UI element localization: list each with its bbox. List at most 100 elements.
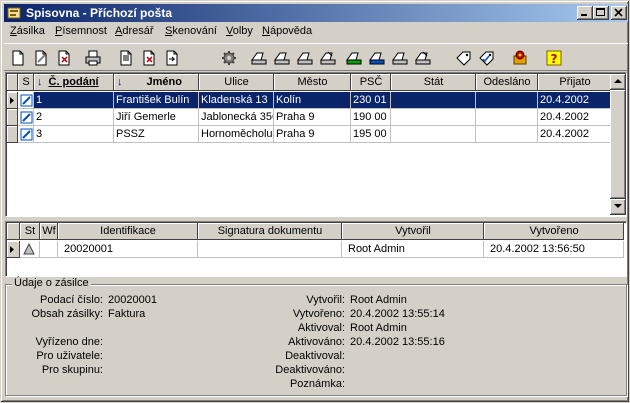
toolbar-button-scan-green[interactable] — [343, 47, 365, 69]
table-cell[interactable] — [198, 241, 342, 258]
menu-item-text: ásilka — [16, 25, 45, 37]
table-cell[interactable]: PSSZ — [114, 126, 199, 143]
table-cell[interactable]: Kladenská 13 — [199, 92, 274, 109]
toolbar-button-edit-doc[interactable] — [30, 47, 52, 69]
toolbar-button-tag-check[interactable] — [476, 47, 498, 69]
toolbar-button-scan-page[interactable] — [294, 47, 316, 69]
column-header-6[interactable]: Stát — [391, 74, 476, 91]
vertical-scrollbar[interactable] — [610, 74, 626, 215]
app-icon — [7, 7, 21, 19]
minimize-button[interactable] — [577, 6, 593, 20]
scroll-thumb[interactable] — [610, 90, 626, 199]
table-cell[interactable]: 195 00 — [351, 126, 391, 143]
table-cell[interactable]: Kolín — [274, 92, 351, 109]
scroll-up-button[interactable] — [610, 74, 626, 90]
column-header-4[interactable]: Vytvořil — [342, 223, 484, 240]
table-cell[interactable]: Jablonecká 356 — [199, 109, 274, 126]
table-cell[interactable] — [40, 241, 58, 258]
row-indicator — [7, 92, 18, 109]
column-header-label: PSČ — [359, 76, 383, 88]
toolbar-button-copy-doc[interactable] — [115, 47, 137, 69]
document-list-table[interactable]: St Wf Identifikace Signatura dokumentu Vytvo… — [5, 221, 627, 277]
toolbar-button-scan[interactable] — [248, 47, 270, 69]
close-icon — [614, 8, 623, 17]
scan-print-icon — [392, 52, 408, 65]
table-cell[interactable]: Jiří Gemerle — [114, 109, 199, 126]
column-header-3[interactable]: Signatura dokumentu — [198, 223, 342, 240]
menu-item-5[interactable]: Nápověda — [262, 25, 312, 37]
column-header-2[interactable]: ↓ Jméno — [114, 74, 199, 91]
toolbar-button-scan-blue[interactable] — [366, 47, 388, 69]
toolbar-button-delete-doc[interactable] — [53, 47, 75, 69]
toolbar: ? — [4, 43, 628, 71]
table-cell[interactable]: Hornoměcholupská — [199, 126, 274, 143]
table-cell[interactable]: 20.4.2002 — [538, 92, 612, 109]
menu-item-1[interactable]: Písemnost — [55, 25, 107, 37]
scroll-down-button[interactable] — [610, 199, 626, 215]
detail-label: Podací číslo: — [40, 294, 103, 306]
table-cell[interactable]: 2 — [34, 109, 114, 126]
table-cell[interactable] — [476, 126, 538, 143]
column-header-1[interactable]: ↓ Č. podání — [34, 74, 114, 91]
menu-item-2[interactable]: Adresář — [115, 25, 154, 37]
table-cell[interactable] — [18, 126, 34, 143]
column-header-0[interactable]: S — [18, 74, 34, 91]
table-cell[interactable] — [476, 109, 538, 126]
column-header-0[interactable]: St — [20, 223, 40, 240]
column-header-7[interactable]: Odesláno — [476, 74, 538, 91]
menu-item-3[interactable]: Skenování — [165, 25, 217, 37]
toolbar-button-print[interactable] — [82, 47, 104, 69]
table-cell[interactable]: 190 00 — [351, 109, 391, 126]
toolbar-button-gear[interactable] — [218, 47, 240, 69]
toolbar-button-remove-doc[interactable] — [138, 47, 160, 69]
toolbar-button-tag[interactable] — [453, 47, 475, 69]
table-cell[interactable] — [391, 92, 476, 109]
column-header-2[interactable]: Identifikace — [58, 223, 198, 240]
menu-item-0[interactable]: Zásilka — [10, 25, 45, 37]
table-cell[interactable] — [18, 92, 34, 109]
menu-item-text: dresář — [122, 25, 154, 37]
detail-label: Vytvořeno: — [292, 308, 345, 320]
detail-label: Aktivováno: — [288, 336, 345, 348]
toolbar-button-seal[interactable] — [509, 47, 531, 69]
column-header-3[interactable]: Ulice — [199, 74, 274, 91]
close-button[interactable] — [611, 6, 627, 20]
column-header-5[interactable]: Vytvořeno — [484, 223, 624, 240]
table-cell[interactable]: 230 01 — [351, 92, 391, 109]
table-cell[interactable]: 1 — [34, 92, 114, 109]
table-cell[interactable] — [391, 109, 476, 126]
table-cell[interactable]: Praha 9 — [274, 109, 351, 126]
toolbar-button-doc-arrow[interactable] — [161, 47, 183, 69]
print-icon — [85, 50, 101, 66]
detail-value: 20.4.2002 13:55:16 — [350, 336, 445, 348]
toolbar-button-scan-stack[interactable] — [317, 47, 339, 69]
maximize-button[interactable] — [593, 6, 609, 20]
table-cell[interactable] — [476, 92, 538, 109]
table-cell[interactable]: 20.4.2002 — [538, 126, 612, 143]
column-header-4[interactable]: Město — [274, 74, 351, 91]
menu-item-text: olby — [232, 25, 253, 37]
toolbar-button-scan-print[interactable] — [389, 47, 411, 69]
title-bar[interactable]: Spisovna - Příchozí pošta — [4, 4, 628, 22]
mail-list-table[interactable]: S ↓ Č. podání ↓ Jméno Ulice Město PSČ Stát Odeslá… — [5, 72, 627, 217]
toolbar-button-new-doc[interactable] — [7, 47, 29, 69]
column-header-5[interactable]: PSČ — [351, 74, 391, 91]
column-header-1[interactable]: Wf — [40, 223, 58, 240]
table-cell[interactable] — [391, 126, 476, 143]
edit-doc-icon — [35, 50, 47, 66]
table-cell[interactable]: 20.4.2002 13:56:50 — [484, 241, 624, 258]
menu-item-4[interactable]: Volby — [226, 25, 253, 37]
table-cell[interactable]: Root Admin — [342, 241, 484, 258]
toolbar-button-scan-copy[interactable] — [412, 47, 434, 69]
table-cell[interactable]: 20020001 — [58, 241, 198, 258]
table-cell[interactable]: František Bulín — [114, 92, 199, 109]
toolbar-button-help[interactable]: ? — [543, 47, 565, 69]
toolbar-button-scan-alt[interactable] — [271, 47, 293, 69]
table-cell[interactable] — [18, 109, 34, 126]
window-title: Spisovna - Příchozí pošta — [26, 6, 173, 20]
table-cell[interactable]: 3 — [34, 126, 114, 143]
column-header-8[interactable]: Přijato — [538, 74, 612, 91]
table-cell[interactable]: 20.4.2002 — [538, 109, 612, 126]
table-cell[interactable]: Praha 9 — [274, 126, 351, 143]
table-cell[interactable] — [20, 241, 40, 258]
